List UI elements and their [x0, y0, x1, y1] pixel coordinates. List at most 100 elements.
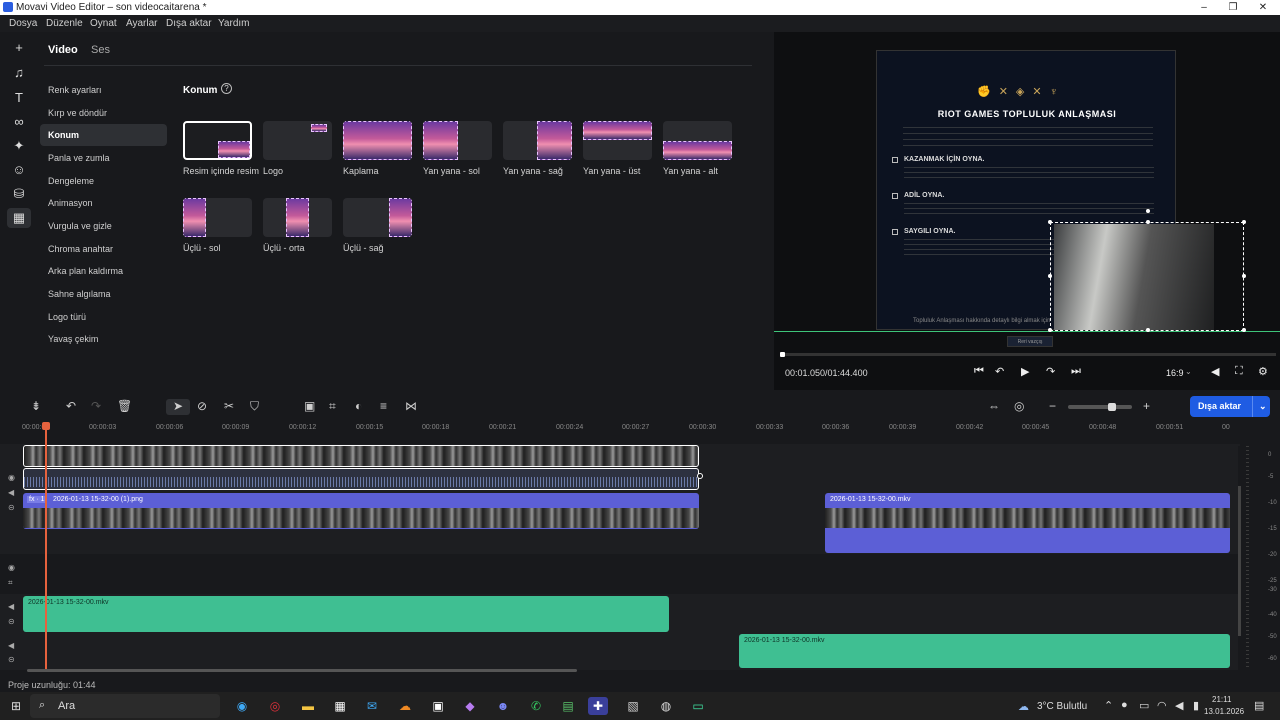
tray-chevron-icon[interactable]: ⌃ [1104, 699, 1113, 712]
minimize-button[interactable]: – [1193, 0, 1215, 15]
sidebar-item-crop[interactable]: Kırp ve döndür [48, 108, 107, 118]
sidebar-item-color[interactable]: Renk ayarları [48, 85, 102, 95]
menu-file[interactable]: Dosya [9, 18, 37, 29]
video-clip[interactable]: 2026-01-13 15-32-00.mkv [825, 493, 1230, 553]
main-video-clip[interactable] [23, 445, 699, 467]
menu-play[interactable]: Oynat [90, 18, 117, 29]
skip-start-icon[interactable]: ⏮ [974, 365, 984, 378]
overlay-image-clip[interactable]: fx · 1 2026-01-13 15-32-00 (1).png [23, 493, 699, 529]
photos-icon[interactable]: ▧ [623, 697, 643, 715]
volume-icon[interactable]: ◀ [1211, 365, 1219, 378]
link-icon[interactable]: ⊝ [8, 503, 15, 512]
link-icon[interactable]: ⊝ [8, 617, 15, 626]
step-back-icon[interactable]: ↶ [995, 365, 1004, 378]
sidebar-item-stabilize[interactable]: Dengeleme [48, 176, 94, 186]
layout-logo[interactable] [263, 121, 332, 160]
chevron-down-icon[interactable]: ⌄ [1252, 396, 1267, 417]
terminal-icon[interactable]: ▭ [688, 697, 708, 715]
play-icon[interactable]: ▶ [1021, 365, 1029, 378]
audio-detach-icon[interactable]: ⇔ [988, 399, 1000, 413]
sidebar-item-slowmo[interactable]: Yavaş çekim [48, 334, 98, 344]
windows-start-icon[interactable]: ⊞ [6, 697, 26, 715]
layout-side-left[interactable] [423, 121, 492, 160]
resize-handle[interactable] [1048, 220, 1052, 224]
audio-clip[interactable]: 2026-01-13 15-32-00.mkv [23, 596, 669, 632]
tab-video[interactable]: Video [48, 44, 78, 56]
tools-icon[interactable]: ▦ [7, 208, 31, 228]
effects-icon[interactable]: ✦ [7, 136, 31, 156]
resize-handle[interactable] [1146, 220, 1150, 224]
sidebar-item-pan-zoom[interactable]: Panla ve zumla [48, 153, 110, 163]
help-icon[interactable]: ? [221, 83, 232, 94]
playhead[interactable] [45, 424, 47, 670]
notification-icon[interactable]: ▤ [1254, 699, 1264, 712]
preview-settings-icon[interactable]: ⚙ [1258, 365, 1268, 378]
horizontal-scrollbar[interactable] [27, 669, 577, 672]
color-app-icon[interactable]: ◆ [460, 697, 480, 715]
sidebar-item-scene[interactable]: Sahne algılama [48, 289, 111, 299]
select-tool-icon[interactable]: ➤ [166, 399, 190, 415]
mute-icon[interactable]: ◀ [8, 602, 14, 611]
store-icon[interactable]: ⛁ [7, 184, 31, 204]
tab-audio[interactable]: Ses [91, 44, 110, 56]
link-icon[interactable]: ⊝ [8, 655, 15, 664]
volume-icon[interactable]: ◀ [1175, 699, 1183, 712]
wifi-icon[interactable]: ◠ [1157, 699, 1167, 712]
sidebar-item-bg-remove[interactable]: Arka plan kaldırma [48, 266, 123, 276]
sidebar-item-highlight[interactable]: Vurgula ve gizle [48, 221, 112, 231]
visibility-icon[interactable]: ◉ [8, 563, 15, 572]
skip-end-icon[interactable]: ⏭ [1071, 365, 1081, 378]
document-icon[interactable]: ▤ [558, 697, 578, 715]
main-audio-waveform[interactable] [23, 468, 699, 490]
transitions-icon[interactable]: ∞ [7, 112, 31, 132]
playhead-handle[interactable] [42, 422, 50, 430]
layout-side-top[interactable] [583, 121, 652, 160]
layout-triple-right[interactable] [343, 198, 412, 237]
export-button[interactable]: Dışa aktar ⌄ [1190, 396, 1270, 417]
overlay-selection-box[interactable] [1050, 222, 1244, 331]
network-icon[interactable]: ▭ [1139, 699, 1149, 712]
undo-icon[interactable]: ↶ [66, 399, 76, 413]
marker-icon[interactable]: ⛉ [250, 399, 259, 414]
chrome-icon[interactable]: ◍ [656, 697, 676, 715]
close-button[interactable]: ✕ [1252, 0, 1274, 15]
split-icon[interactable]: ✂ [224, 399, 234, 413]
resize-handle[interactable] [1048, 328, 1052, 332]
mute-icon[interactable]: ◀ [8, 641, 14, 650]
resize-handle[interactable] [1146, 328, 1150, 332]
store-icon[interactable]: ▦ [330, 697, 350, 715]
opera-icon[interactable]: ◎ [265, 697, 285, 715]
app-icon[interactable]: ▣ [428, 697, 448, 715]
lock-icon[interactable]: ⌗ [8, 578, 13, 588]
mute-icon[interactable]: ◀ [8, 488, 14, 497]
adjust-icon[interactable]: ≡ [380, 399, 387, 413]
sidebar-item-logo[interactable]: Logo türü [48, 312, 86, 322]
layout-triple-left[interactable] [183, 198, 252, 237]
resize-handle[interactable] [1242, 328, 1246, 332]
preview-scrubber[interactable] [780, 352, 1276, 357]
outlook-icon[interactable]: ✉ [362, 697, 382, 715]
resize-handle[interactable] [1242, 220, 1246, 224]
stickers-icon[interactable]: ☺ [7, 160, 31, 180]
movavi-icon[interactable]: ✚ [588, 697, 608, 715]
whatsapp-icon[interactable]: ✆ [526, 697, 546, 715]
clock-time[interactable]: 21:11 [1212, 695, 1231, 704]
step-forward-icon[interactable]: ↷ [1046, 365, 1055, 378]
crop-icon[interactable]: ⌗ [329, 399, 336, 414]
layout-pip[interactable] [183, 121, 252, 160]
visibility-icon[interactable]: ◉ [8, 473, 15, 482]
text-icon[interactable]: T [7, 88, 31, 108]
clock-date[interactable]: 13.01.2026 [1204, 707, 1244, 716]
menu-edit[interactable]: Düzenle [46, 18, 83, 29]
transition-icon[interactable]: ⋈ [405, 399, 417, 413]
explorer-icon[interactable]: ▬ [298, 697, 318, 715]
cloud-icon[interactable]: ☁ [395, 697, 415, 715]
time-ruler[interactable]: 00:00:00 00:00:03 00:00:06 00:00:09 00:0… [0, 420, 1240, 440]
sidebar-item-position[interactable]: Konum [40, 124, 167, 146]
weather-text[interactable]: 3°C Bulutlu [1037, 701, 1087, 712]
sidebar-item-animation[interactable]: Animasyon [48, 198, 93, 208]
layout-side-bottom[interactable] [663, 121, 732, 160]
layout-triple-center[interactable] [263, 198, 332, 237]
rotate-handle[interactable] [1146, 209, 1150, 213]
layout-overlay[interactable] [343, 121, 412, 160]
